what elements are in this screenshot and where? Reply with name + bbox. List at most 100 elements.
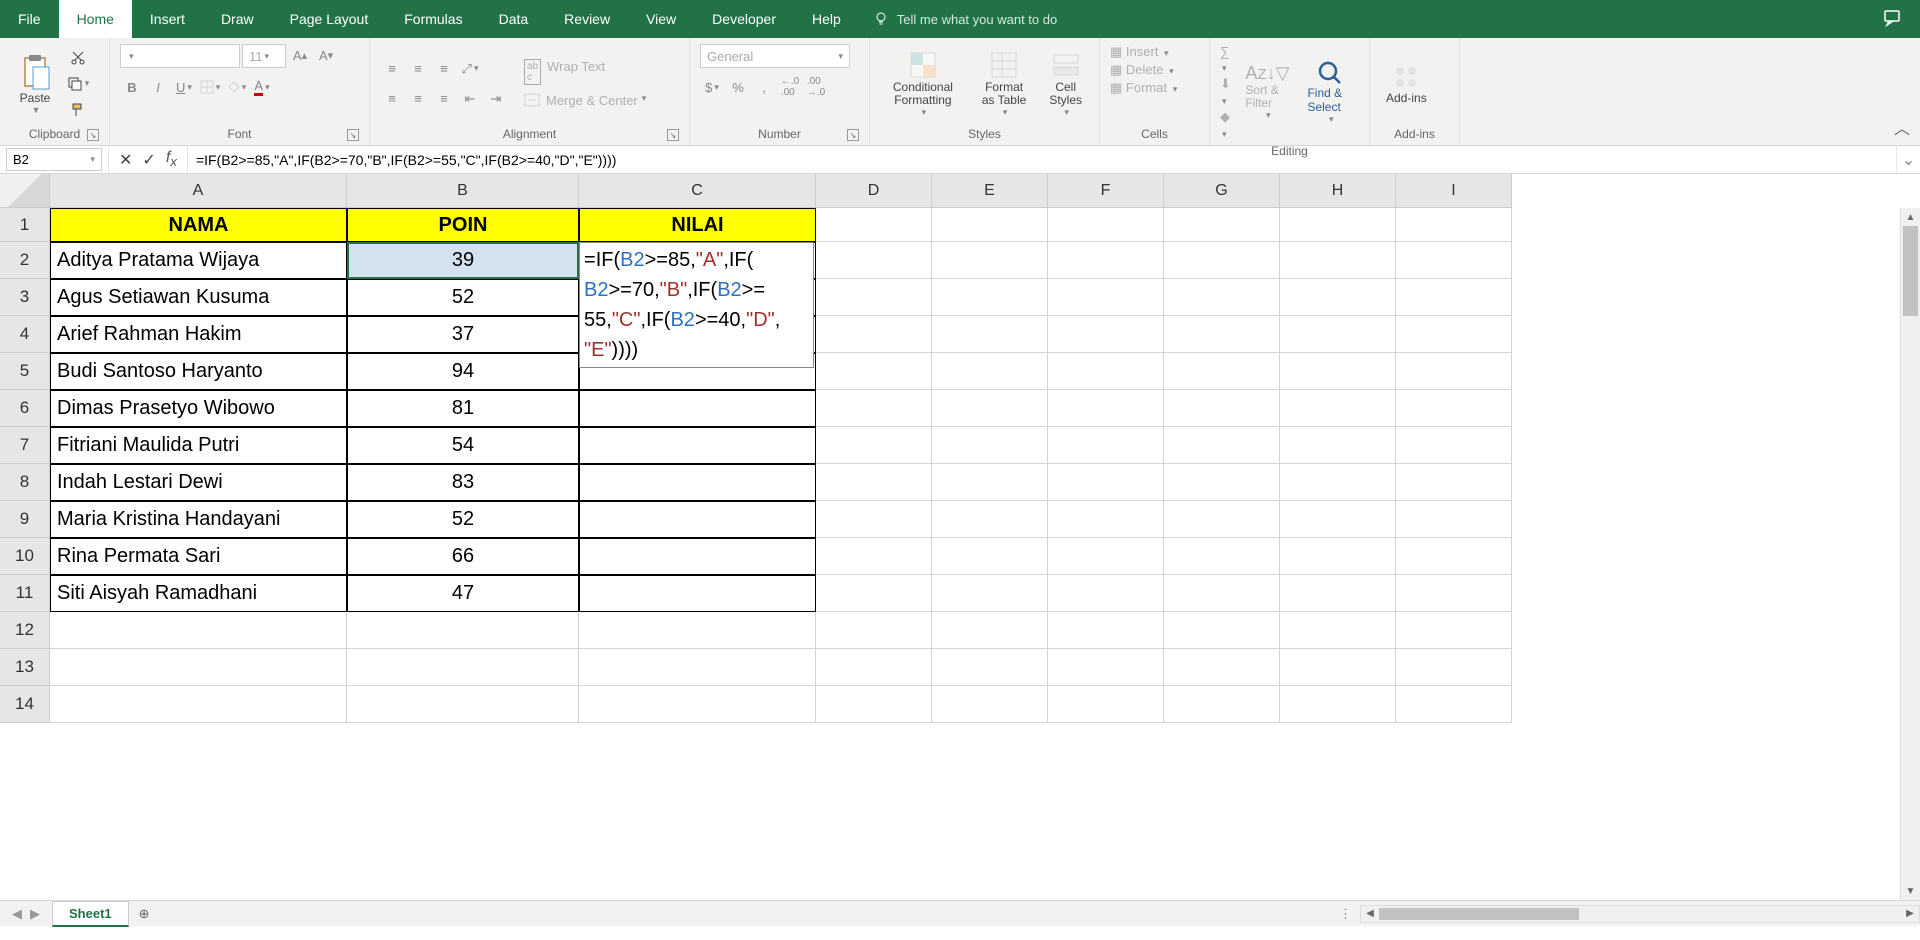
cell[interactable] [1280,649,1396,686]
dialog-launcher-icon[interactable]: ↘ [347,129,359,141]
cell[interactable] [932,538,1048,575]
cell[interactable] [1164,427,1280,464]
cell[interactable] [932,242,1048,279]
cell[interactable] [932,501,1048,538]
autosum-button[interactable]: ∑ ▾ [1220,44,1233,74]
row-header[interactable]: 9 [0,501,50,538]
cell[interactable]: Rina Permata Sari [50,538,347,575]
align-middle-button[interactable]: ≡ [406,58,430,80]
expand-formula-bar-button[interactable]: ⌄ [1896,146,1920,173]
row-header[interactable]: 12 [0,612,50,649]
vertical-scrollbar[interactable]: ▲ ▼ [1900,208,1920,900]
sheet-nav-next[interactable]: ▶ [30,906,40,922]
cell[interactable]: Aditya Pratama Wijaya [50,242,347,279]
cell[interactable] [816,686,932,723]
cell[interactable] [1280,242,1396,279]
increase-indent-button[interactable]: ⇥ [484,88,508,110]
row-header[interactable]: 5 [0,353,50,390]
horizontal-scrollbar[interactable]: ◀ ▶ [1360,905,1920,923]
cell[interactable] [1280,208,1396,242]
cell[interactable] [1396,390,1512,427]
clear-button[interactable]: ◆ ▾ [1220,109,1233,140]
scroll-thumb[interactable] [1379,908,1579,920]
align-left-button[interactable]: ≡ [380,88,404,110]
cell[interactable] [50,686,347,723]
cell[interactable]: 52 [347,501,579,538]
scroll-thumb[interactable] [1903,226,1918,316]
tab-view[interactable]: View [628,0,694,38]
cell[interactable] [1048,501,1164,538]
column-header[interactable]: D [816,174,932,208]
formula-input[interactable]: =IF(B2>=85,"A",IF(B2>=70,"B",IF(B2>=55,"… [188,146,1896,173]
dialog-launcher-icon[interactable]: ↘ [667,129,679,141]
cell[interactable] [816,242,932,279]
cell[interactable] [932,575,1048,612]
cell[interactable] [816,279,932,316]
font-color-button[interactable]: A▾ [250,76,274,98]
cell[interactable]: 66 [347,538,579,575]
borders-button[interactable]: ▾ [198,76,222,98]
row-header[interactable]: 11 [0,575,50,612]
cell[interactable] [1048,353,1164,390]
cell[interactable] [816,316,932,353]
column-header[interactable]: G [1164,174,1280,208]
cell[interactable] [1048,612,1164,649]
cell[interactable]: Dimas Prasetyo Wibowo [50,390,347,427]
cell[interactable] [1164,316,1280,353]
cell[interactable]: Maria Kristina Handayani [50,501,347,538]
row-header[interactable]: 4 [0,316,50,353]
column-header[interactable]: C [579,174,816,208]
row-header[interactable]: 7 [0,427,50,464]
dialog-launcher-icon[interactable]: ↘ [87,129,99,141]
cell[interactable] [1280,353,1396,390]
accounting-format-button[interactable]: $▾ [700,76,724,98]
cell[interactable] [1396,316,1512,353]
cell[interactable] [579,464,816,501]
cell[interactable] [932,353,1048,390]
cell[interactable] [1396,501,1512,538]
italic-button[interactable]: I [146,76,170,98]
align-bottom-button[interactable]: ≡ [432,58,456,80]
collapse-ribbon-button[interactable]: ︿ [1894,115,1910,139]
cell[interactable] [1048,427,1164,464]
cell[interactable] [1164,279,1280,316]
cell[interactable] [1164,208,1280,242]
cell[interactable] [1164,501,1280,538]
decrease-indent-button[interactable]: ⇤ [458,88,482,110]
cell[interactable] [932,390,1048,427]
cell[interactable]: Fitriani Maulida Putri [50,427,347,464]
cell[interactable] [1280,686,1396,723]
cell[interactable]: Indah Lestari Dewi [50,464,347,501]
cell[interactable] [1164,464,1280,501]
column-header[interactable]: H [1280,174,1396,208]
number-format-combo[interactable]: General▾ [700,44,850,68]
fill-color-button[interactable]: ▾ [224,76,248,98]
cell[interactable] [1164,649,1280,686]
merge-center-button[interactable]: Merge & Center▾ [524,93,646,108]
cell[interactable]: 54 [347,427,579,464]
cell[interactable] [347,686,579,723]
cell[interactable] [579,686,816,723]
increase-decimal-button[interactable]: ←.0.00 [778,76,802,98]
cell[interactable] [1280,612,1396,649]
cancel-formula-button[interactable]: ✕ [119,150,132,170]
cell[interactable] [1280,316,1396,353]
underline-button[interactable]: U▾ [172,76,196,98]
cell[interactable] [1048,686,1164,723]
cell[interactable] [1396,649,1512,686]
column-header[interactable]: I [1396,174,1512,208]
cell[interactable] [347,612,579,649]
cell[interactable]: POIN [347,208,579,242]
cell[interactable] [1048,316,1164,353]
column-header[interactable]: A [50,174,347,208]
cell[interactable] [1396,353,1512,390]
cell[interactable] [1280,390,1396,427]
sheet-tab[interactable]: Sheet1 [52,901,129,927]
cell[interactable] [816,538,932,575]
cell[interactable] [347,649,579,686]
cell[interactable] [579,390,816,427]
scroll-right-button[interactable]: ▶ [1901,908,1919,919]
tab-insert[interactable]: Insert [132,0,203,38]
increase-font-button[interactable]: A▴ [288,44,312,66]
decrease-decimal-button[interactable]: .00→.0 [804,76,828,98]
